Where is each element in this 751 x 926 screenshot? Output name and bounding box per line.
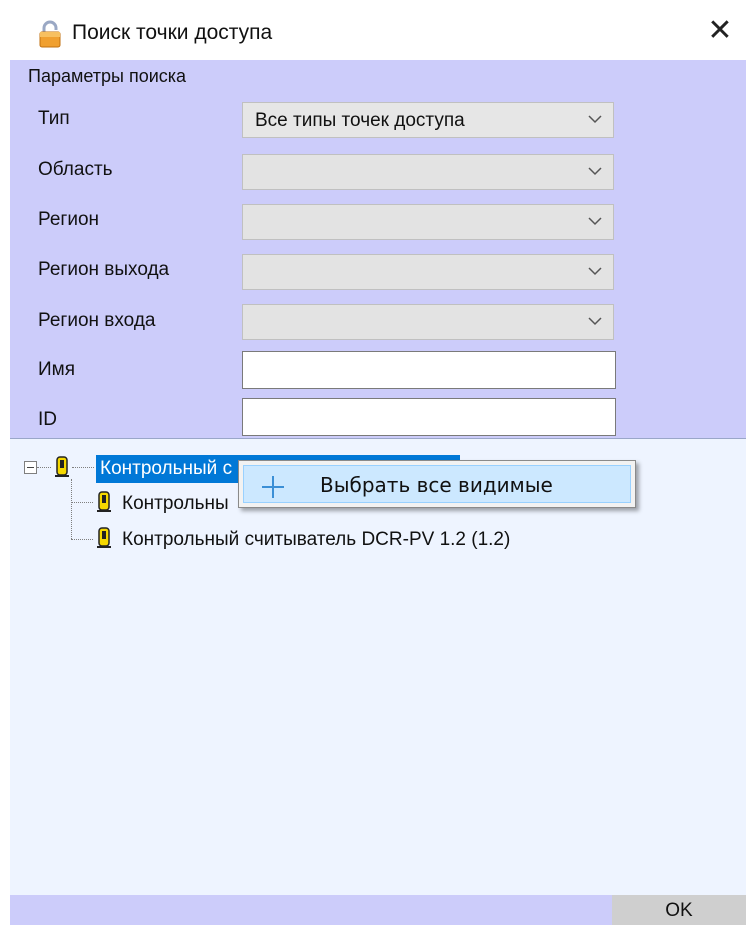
entry-region-combobox[interactable] <box>242 304 614 340</box>
id-label: ID <box>38 409 57 430</box>
chevron-down-icon <box>588 267 602 276</box>
tree-connector <box>72 467 94 468</box>
select-all-visible-menu-item[interactable]: Выбрать все видимые <box>243 465 631 503</box>
type-combobox-value: Все типы точек доступа <box>255 110 465 131</box>
tree-connector <box>37 467 51 468</box>
collapse-toggle[interactable] <box>24 461 37 474</box>
id-input[interactable] <box>242 398 616 436</box>
exit-region-combobox[interactable] <box>242 254 614 290</box>
region-label: Регион <box>38 209 100 230</box>
name-input[interactable] <box>242 351 616 389</box>
search-params-group-label: Параметры поиска <box>28 66 187 86</box>
type-label: Тип <box>38 108 70 129</box>
select-all-visible-label: Выбрать все видимые <box>320 473 553 497</box>
window-title: Поиск точки доступа <box>72 21 273 44</box>
tree-child-label[interactable]: Контрольны <box>122 491 229 517</box>
card-reader-icon <box>55 456 69 477</box>
area-combobox[interactable] <box>242 154 614 190</box>
search-params-panel: Параметры поиска Тип Все типы точек дост… <box>10 60 746 438</box>
lock-icon <box>39 20 61 48</box>
tree-connector <box>71 502 93 503</box>
chevron-down-icon <box>588 317 602 326</box>
tree-child-label[interactable]: Контрольный считыватель DCR-PV 1.2 (1.2) <box>122 527 510 553</box>
entry-region-label: Регион входа <box>38 310 156 331</box>
plus-icon <box>262 476 284 498</box>
context-menu: Выбрать все видимые <box>238 460 636 508</box>
tree-connector <box>71 539 93 540</box>
chevron-down-icon <box>588 217 602 226</box>
card-reader-icon <box>97 527 111 548</box>
name-label: Имя <box>38 359 76 380</box>
area-label: Область <box>38 159 113 180</box>
close-icon[interactable]: ✕ <box>707 16 733 46</box>
chevron-down-icon <box>588 115 602 124</box>
region-combobox[interactable] <box>242 204 614 240</box>
type-combobox[interactable]: Все типы точек доступа <box>242 102 614 138</box>
ok-button[interactable]: OK <box>612 895 746 925</box>
tree-root-label: Контрольный с <box>100 458 233 479</box>
exit-region-label: Регион выхода <box>38 259 170 280</box>
tree-connector <box>71 479 72 539</box>
title-bar: Поиск точки доступа ✕ <box>0 0 751 60</box>
chevron-down-icon <box>588 167 602 176</box>
card-reader-icon <box>97 491 111 512</box>
